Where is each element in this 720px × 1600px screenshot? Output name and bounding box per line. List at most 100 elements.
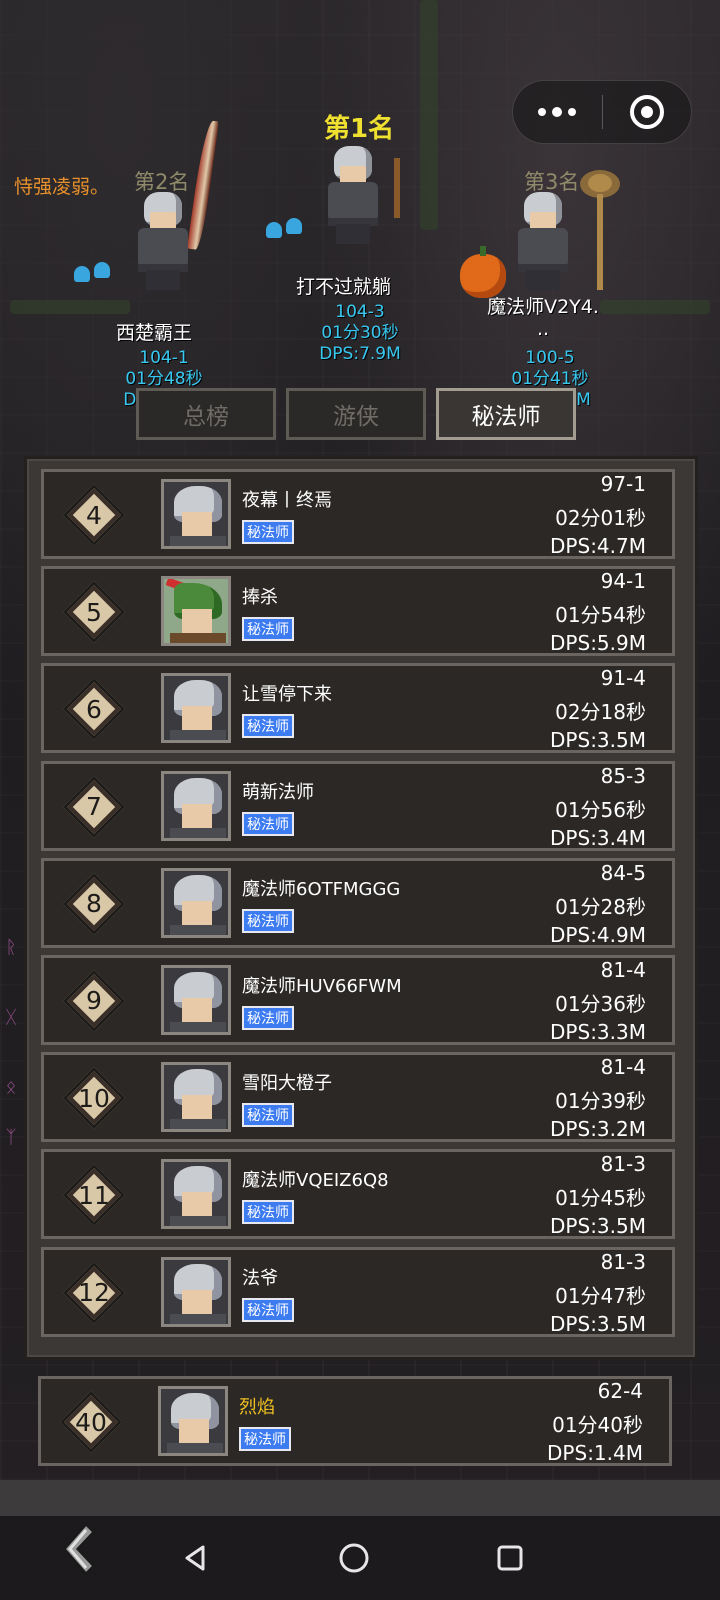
stage-level: 62-4 <box>597 1379 643 1403</box>
rank-badge: 5 <box>62 581 126 644</box>
third-place-name-line1: 魔法师V2Y4. <box>487 296 599 318</box>
clear-time: 01分36秒 <box>555 991 646 1016</box>
nav-recents-button[interactable] <box>490 1538 530 1578</box>
player-name: 让雪停下来 <box>242 684 332 706</box>
nav-back-button[interactable] <box>176 1538 216 1578</box>
motto-text: 恃强凌弱。 <box>14 176 110 198</box>
first-place-name: 打不过就躺 <box>296 276 392 298</box>
player-name: 魔法师6OTFMGGG <box>242 878 401 900</box>
class-badge: 秘法师 <box>242 617 294 642</box>
dps-value: DPS:3.5M <box>550 728 646 753</box>
more-dots-icon <box>538 106 577 117</box>
first-place-label: 第1名 <box>324 114 395 144</box>
player-name: 捧杀 <box>242 587 278 609</box>
ranking-row[interactable]: 8 魔法师6OTFMGGG 秘法师 84-5 01分28秒 DPS:4.9M <box>41 857 675 948</box>
ranking-row[interactable]: 6 让雪停下来 秘法师 91-4 02分18秒 DPS:3.5M <box>41 663 675 754</box>
clear-time: 01分39秒 <box>555 1089 646 1114</box>
more-button[interactable] <box>513 81 602 143</box>
recents-square-icon <box>497 1545 523 1571</box>
stage-level: 81-4 <box>600 1055 646 1080</box>
class-badge: 秘法师 <box>239 1427 291 1451</box>
rank-badge: 9 <box>62 969 126 1033</box>
pet-bird-icon <box>74 262 114 286</box>
second-place-name: 西楚霸王 <box>116 322 193 344</box>
rank-number: 12 <box>78 1278 110 1307</box>
stage-level: 81-4 <box>600 957 646 982</box>
tab-overall[interactable]: 总榜 <box>136 388 276 440</box>
close-button[interactable] <box>603 81 692 143</box>
second-place-character[interactable] <box>128 192 198 292</box>
rank-badge: 6 <box>62 678 126 741</box>
tab-arcanist[interactable]: 秘法师 <box>436 388 576 440</box>
tab-ranger[interactable]: 游侠 <box>286 388 426 440</box>
third-place-character[interactable] <box>508 192 578 292</box>
ranking-row[interactable]: 4 夜幕丨终焉 秘法师 97-1 02分01秒 DPS:4.7M <box>41 469 675 559</box>
ranking-row[interactable]: 7 萌新法师 秘法师 85-3 01分56秒 DPS:3.4M <box>41 760 675 851</box>
dps-value: DPS:3.5M <box>550 1311 646 1336</box>
avatar[interactable] <box>161 867 231 938</box>
ranking-row[interactable]: 9 魔法师HUV66FWM 秘法师 81-4 01分36秒 DPS:3.3M <box>41 954 675 1045</box>
class-badge: 秘法师 <box>242 520 294 544</box>
clear-time: 01分54秒 <box>555 603 646 628</box>
avatar[interactable] <box>161 1062 231 1133</box>
vine-decoration <box>600 300 710 314</box>
dps-value: DPS:3.5M <box>550 1214 646 1239</box>
system-navigation-bar <box>0 1516 720 1600</box>
avatar[interactable] <box>161 770 231 841</box>
third-place-time: 01分41秒 <box>511 369 589 389</box>
second-place-time: 01分48秒 <box>125 369 203 389</box>
dps-value: DPS:3.3M <box>550 1019 646 1044</box>
avatar[interactable] <box>158 1386 228 1456</box>
class-badge: 秘法师 <box>242 1200 294 1225</box>
avatar[interactable] <box>161 673 231 744</box>
clear-time: 01分28秒 <box>555 894 646 919</box>
pumpkin-pet-icon <box>460 246 506 298</box>
rune-glyph: ᚱ <box>5 937 17 958</box>
rank-number: 5 <box>86 597 102 627</box>
class-badge: 秘法师 <box>242 1005 294 1030</box>
rank-badge: 10 <box>62 1067 126 1130</box>
stage-level: 81-3 <box>600 1152 646 1177</box>
ranking-row[interactable]: 11 魔法师VQEIZ6Q8 秘法师 81-3 01分45秒 DPS:3.5M <box>41 1149 675 1240</box>
avatar[interactable] <box>161 1256 231 1327</box>
stage-level: 97-1 <box>600 472 646 496</box>
nav-home-button[interactable] <box>334 1538 374 1578</box>
rank-number: 10 <box>78 1083 110 1113</box>
player-name: 烈焰 <box>239 1397 275 1418</box>
avatar[interactable] <box>161 964 231 1035</box>
ranking-list-panel[interactable]: 4 夜幕丨终焉 秘法师 97-1 02分01秒 DPS:4.7M 5 捧杀 秘法师 94-1 01分… <box>24 456 698 1360</box>
my-ranking-row[interactable]: 40 烈焰 秘法师 62-4 01分40秒 DPS:1.4M <box>38 1376 672 1466</box>
game-back-button[interactable] <box>56 1520 100 1578</box>
mini-program-capsule <box>512 80 692 144</box>
player-name: 法爷 <box>242 1267 278 1289</box>
player-name: 雪阳大橙子 <box>242 1073 332 1095</box>
avatar[interactable] <box>161 1159 231 1230</box>
rank-badge: 11 <box>62 1164 126 1227</box>
dps-value: DPS:3.2M <box>550 1117 646 1142</box>
ranking-list: 4 夜幕丨终焉 秘法师 97-1 02分01秒 DPS:4.7M 5 捧杀 秘法师 94-1 01分… <box>41 469 675 1344</box>
class-tabs: 总榜 游侠 秘法师 <box>136 388 576 440</box>
ranking-row[interactable]: 12 法爷 秘法师 81-3 01分47秒 DPS:3.5M <box>41 1246 675 1337</box>
player-name: 夜幕丨终焉 <box>242 490 332 511</box>
rank-number: 4 <box>86 500 102 530</box>
game-bottom-bar <box>0 1480 720 1516</box>
rank-badge: 7 <box>62 775 126 838</box>
first-place-stats: 104-3 01分30秒 DPS:7.9M <box>310 302 410 365</box>
vine-decoration <box>420 0 438 230</box>
avatar[interactable] <box>161 576 231 647</box>
clear-time: 01分45秒 <box>555 1186 646 1211</box>
rank-number: 7 <box>86 792 102 822</box>
stage-level: 91-4 <box>600 666 646 691</box>
player-name: 萌新法师 <box>242 781 314 803</box>
ranking-row[interactable]: 10 雪阳大橙子 秘法师 81-4 01分39秒 DPS:3.2M <box>41 1052 675 1143</box>
ranking-row[interactable]: 5 捧杀 秘法师 94-1 01分54秒 DPS:5.9M <box>41 566 675 657</box>
dps-value: DPS:3.4M <box>550 825 646 850</box>
home-circle-icon <box>339 1543 369 1573</box>
avatar[interactable] <box>161 479 231 549</box>
first-place-character[interactable] <box>318 146 388 246</box>
rank-badge: 12 <box>62 1261 126 1324</box>
rune-glyph: ᛟ <box>5 1077 17 1098</box>
rune-glyph: ᚷ <box>5 1007 17 1028</box>
dps-value: DPS:1.4M <box>547 1441 643 1465</box>
rank-number: 11 <box>78 1180 110 1210</box>
